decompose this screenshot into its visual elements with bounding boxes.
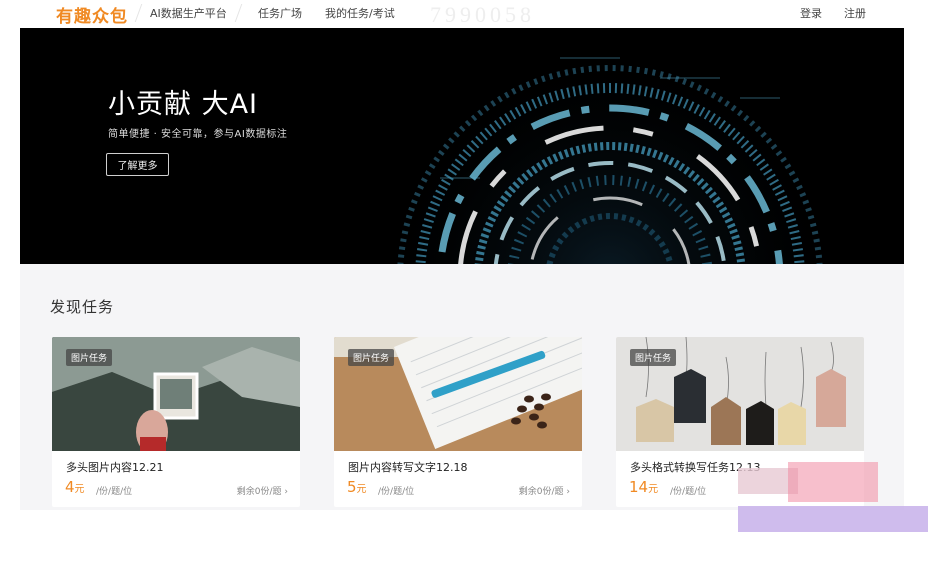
nav-divider	[134, 4, 143, 22]
nav-link-task-square[interactable]: 任务广场	[258, 5, 302, 21]
banner-title: 小贡献 大AI	[108, 89, 259, 120]
banner-subtitle: 简单便捷 · 安全可靠，参与AI数据标注	[108, 129, 288, 140]
task-price-unit: /份/题/位	[670, 487, 707, 497]
task-price: 4元	[65, 478, 85, 496]
section-title: 发现任务	[50, 298, 115, 316]
task-card-image: 图片任务	[616, 337, 864, 451]
task-type-badge: 图片任务	[630, 349, 677, 366]
task-type-badge: 图片任务	[66, 349, 113, 366]
nav-link-my-tasks[interactable]: 我的任务/考试	[325, 5, 395, 21]
task-title: 图片内容转写文字12.18	[348, 461, 468, 474]
task-remaining: 剩余0份/题 ›	[518, 487, 570, 497]
logo[interactable]: 有趣众包	[56, 2, 128, 27]
watermark-block	[788, 462, 878, 502]
top-nav: 有趣众包 AI数据生产平台 任务广场 我的任务/考试 7990058 登录 注册	[20, 0, 904, 28]
faint-watermark-text: 7990058	[430, 2, 535, 27]
task-card-image: 图片任务	[52, 337, 300, 451]
login-link[interactable]: 登录	[800, 5, 822, 21]
task-card[interactable]: 图片任务 图片内容转写文字12.18 5元 /份/题/位 剩余0份/题 ›	[334, 337, 582, 507]
watermark-block	[738, 506, 928, 532]
task-price: 14元	[629, 478, 659, 496]
task-card[interactable]: 图片任务 多头图片内容12.21 4元 /份/题/位 剩余0份/题 ›	[52, 337, 300, 507]
learn-more-button[interactable]: 了解更多	[106, 153, 169, 176]
task-title: 多头图片内容12.21	[66, 461, 164, 474]
task-remaining: 剩余0份/题 ›	[236, 487, 288, 497]
task-price-unit: /份/题/位	[96, 487, 133, 497]
tech-rings-graphic	[380, 48, 840, 264]
task-price-unit: /份/题/位	[378, 487, 415, 497]
nav-divider	[234, 4, 243, 22]
hero-banner: 小贡献 大AI 简单便捷 · 安全可靠，参与AI数据标注 了解更多	[20, 28, 904, 264]
nav-link-platform[interactable]: AI数据生产平台	[150, 5, 227, 21]
task-card-image: 图片任务	[334, 337, 582, 451]
register-link[interactable]: 注册	[844, 5, 866, 21]
task-price: 5元	[347, 478, 367, 496]
task-type-badge: 图片任务	[348, 349, 395, 366]
